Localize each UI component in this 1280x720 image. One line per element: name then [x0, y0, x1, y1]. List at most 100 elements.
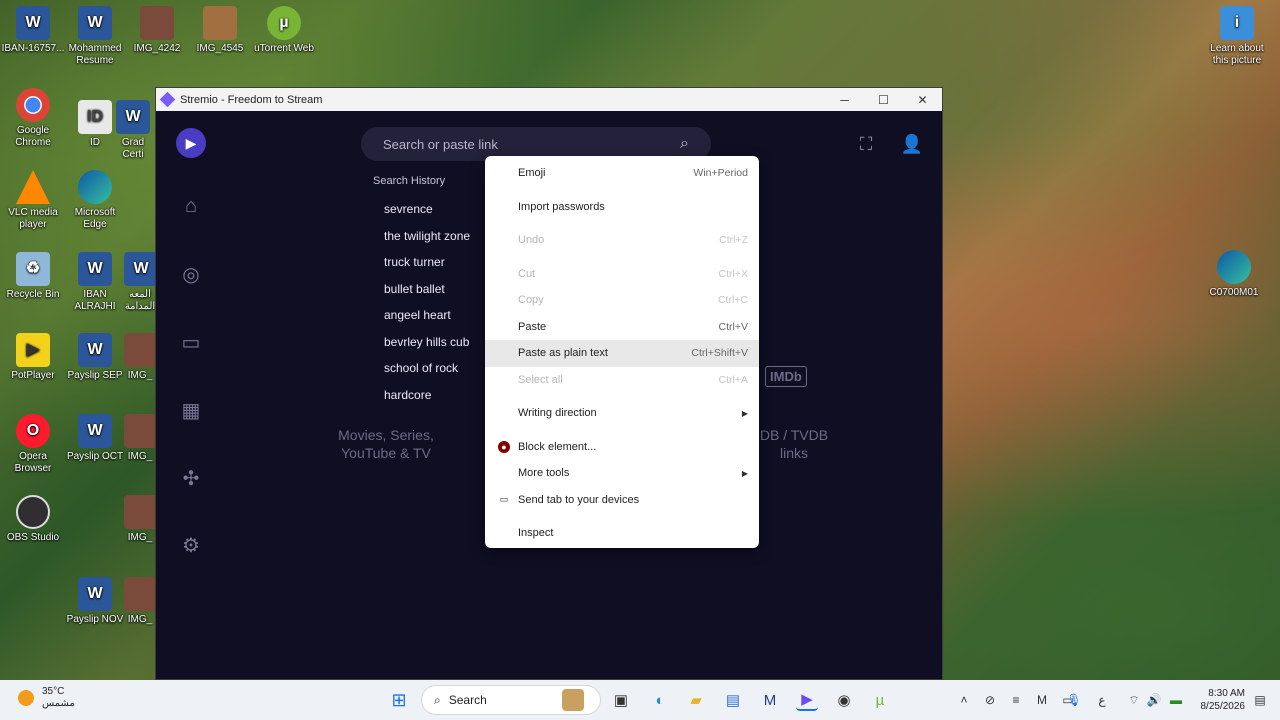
- menu-item-copy[interactable]: Copy Ctrl+C: [485, 287, 759, 314]
- history-item[interactable]: bullet ballet: [361, 276, 496, 303]
- history-item[interactable]: the twilight zone: [361, 223, 496, 250]
- close-button[interactable]: ✕: [903, 88, 942, 111]
- clock[interactable]: 8:30 AM 8/25/2026: [1195, 687, 1246, 713]
- library-icon[interactable]: ▭: [178, 329, 204, 355]
- weather-widget[interactable]: 35°C مشمس: [18, 686, 75, 710]
- menu-item-cut[interactable]: Cut Ctrl+X: [485, 261, 759, 288]
- desktop-icon-payslip-nov[interactable]: W Payslip NOV: [62, 577, 128, 626]
- imdb-badge: IMDb: [765, 366, 807, 387]
- menu-item-select-all[interactable]: Select all Ctrl+A: [485, 367, 759, 394]
- minimize-button[interactable]: ─: [825, 88, 864, 111]
- desktop-icon-arabic-doc[interactable]: W المعه المدامة: [124, 252, 156, 313]
- app-m-icon[interactable]: M: [759, 689, 781, 711]
- word-doc-icon: W: [16, 6, 50, 40]
- microphone-icon[interactable]: 🎙: [1066, 692, 1082, 708]
- tray-app-icon[interactable]: ≡: [1008, 692, 1024, 708]
- search-icon[interactable]: ⌕: [680, 135, 689, 153]
- wifi-icon[interactable]: ⌔: [1126, 692, 1142, 708]
- word-doc-icon: W: [78, 333, 112, 367]
- menu-item-block-element[interactable]: ● Block element...: [485, 434, 759, 461]
- history-item[interactable]: truck turner: [361, 249, 496, 276]
- context-menu: Emoji Win+Period Import passwords Undo C…: [485, 156, 759, 548]
- chrome-icon: [16, 88, 50, 122]
- menu-item-send-tab[interactable]: ▭ Send tab to your devices: [485, 487, 759, 514]
- history-item[interactable]: bevrley hills cub: [361, 329, 496, 356]
- desktop-icon-img-c[interactable]: IMG_: [124, 495, 156, 544]
- home-icon[interactable]: ⌂: [178, 193, 204, 219]
- menu-item-emoji[interactable]: Emoji Win+Period: [485, 160, 759, 187]
- menu-item-paste[interactable]: Paste Ctrl+V: [485, 314, 759, 341]
- desktop-icon-iban-alrajhi[interactable]: W IBAN ALRAJHI: [62, 252, 128, 313]
- file-explorer-icon[interactable]: ▰: [685, 689, 707, 711]
- obs-icon: [16, 495, 50, 529]
- battery-icon[interactable]: ▬: [1168, 692, 1184, 708]
- edge-taskbar-icon[interactable]: ◐: [649, 689, 671, 711]
- desktop-icon-potplayer[interactable]: ▶ PotPlayer: [0, 333, 66, 382]
- settings-gear-icon[interactable]: ⚙: [178, 532, 204, 558]
- history-item[interactable]: sevrence: [361, 196, 496, 223]
- submenu-arrow-icon: ▶: [741, 408, 748, 418]
- stremio-logo-icon[interactable]: ▶: [176, 128, 206, 158]
- addons-puzzle-icon[interactable]: ✣: [178, 465, 204, 491]
- desktop-icon-payslip-sep[interactable]: W Payslip SEP: [62, 333, 128, 382]
- history-item[interactable]: school of rock: [361, 355, 496, 382]
- stremio-taskbar-icon[interactable]: ▶: [796, 689, 818, 711]
- menu-item-inspect[interactable]: Inspect: [485, 520, 759, 547]
- recycle-bin-icon: ♻: [16, 252, 50, 286]
- potplayer-icon: ▶: [16, 333, 50, 367]
- desktop-icon-img-b[interactable]: IMG_: [124, 414, 156, 463]
- utorrent-icon: µ: [267, 6, 301, 40]
- image-icon: [124, 495, 156, 529]
- calendar-icon[interactable]: ▦: [178, 397, 204, 423]
- maximize-button[interactable]: ☐: [864, 88, 903, 111]
- history-item[interactable]: angeel heart: [361, 302, 496, 329]
- window-titlebar[interactable]: Stremio - Freedom to Stream ─ ☐ ✕: [156, 88, 942, 111]
- menu-item-more-tools[interactable]: More tools ▶: [485, 460, 759, 487]
- desktop-icon-recycle-bin[interactable]: ♻ Recycle Bin: [0, 252, 66, 301]
- profile-icon[interactable]: 👤: [901, 133, 923, 155]
- search-highlight-icon[interactable]: [562, 689, 584, 711]
- desktop-icon-iban[interactable]: W IBAN-16757...: [0, 6, 66, 55]
- desktop-icon-obs[interactable]: OBS Studio: [0, 495, 66, 544]
- desktop-icon-payslip-oct[interactable]: W Payslip OCT: [62, 414, 128, 463]
- vlc-icon: [16, 170, 50, 204]
- desktop-icon-img4242[interactable]: IMG_4242: [124, 6, 190, 55]
- windows-start-icon[interactable]: ⊞: [388, 689, 410, 711]
- image-icon: [203, 6, 237, 40]
- window-title: Stremio - Freedom to Stream: [180, 93, 323, 106]
- utorrent-taskbar-icon[interactable]: µ: [869, 689, 891, 711]
- gmail-icon[interactable]: M: [1034, 692, 1050, 708]
- desktop-icon-opera[interactable]: O Opera Browser: [0, 414, 66, 475]
- desktop-icon-resume[interactable]: W Mohammed Resume: [62, 6, 128, 67]
- desktop-icon-edge[interactable]: Microsoft Edge: [62, 170, 128, 231]
- sidebar: ▶ ⌂ ◎ ▭ ▦ ✣ ⚙: [156, 111, 226, 679]
- task-view-icon[interactable]: ▣: [610, 689, 632, 711]
- spotlight-icon: i: [1220, 6, 1254, 40]
- word-doc-icon: W: [78, 6, 112, 40]
- volume-icon[interactable]: 🔊: [1146, 692, 1162, 708]
- desktop-icon-learn-picture[interactable]: i Learn about this picture: [1204, 6, 1270, 67]
- desktop-icon-img4545[interactable]: IMG_4545: [187, 6, 253, 55]
- fullscreen-icon[interactable]: ⛶: [855, 133, 877, 155]
- discover-compass-icon[interactable]: ◎: [178, 261, 204, 287]
- menu-item-import-passwords[interactable]: Import passwords: [485, 194, 759, 221]
- menu-item-undo[interactable]: Undo Ctrl+Z: [485, 227, 759, 254]
- menu-item-writing-direction[interactable]: Writing direction ▶: [485, 400, 759, 427]
- language-indicator[interactable]: ع: [1094, 692, 1110, 708]
- desktop-icon-chrome[interactable]: Google Chrome: [0, 88, 66, 149]
- chevron-up-icon[interactable]: ˄: [956, 692, 972, 708]
- ublock-icon: ●: [498, 440, 510, 453]
- opera-icon: O: [16, 414, 50, 448]
- notifications-icon[interactable]: ▤: [1252, 692, 1268, 708]
- desktop-icon-c0700m01[interactable]: C0700M01: [1201, 250, 1267, 299]
- desktop-icon-vlc[interactable]: VLC media player: [0, 170, 66, 231]
- desktop-icon-utorrent[interactable]: µ uTorrent Web: [251, 6, 317, 55]
- menu-item-paste-plain-text[interactable]: Paste as plain text Ctrl+Shift+V: [485, 340, 759, 367]
- history-item[interactable]: hardcore: [361, 382, 496, 409]
- desktop-icon-img-d[interactable]: IMG_: [124, 577, 156, 626]
- network-off-icon[interactable]: ⊘: [982, 692, 998, 708]
- desktop-icon-img-a[interactable]: IMG_: [124, 333, 156, 382]
- microsoft-store-icon[interactable]: ▤: [722, 689, 744, 711]
- obs-taskbar-icon[interactable]: ◉: [833, 689, 855, 711]
- desktop-icon-grad[interactable]: W Grad Certi: [111, 100, 155, 161]
